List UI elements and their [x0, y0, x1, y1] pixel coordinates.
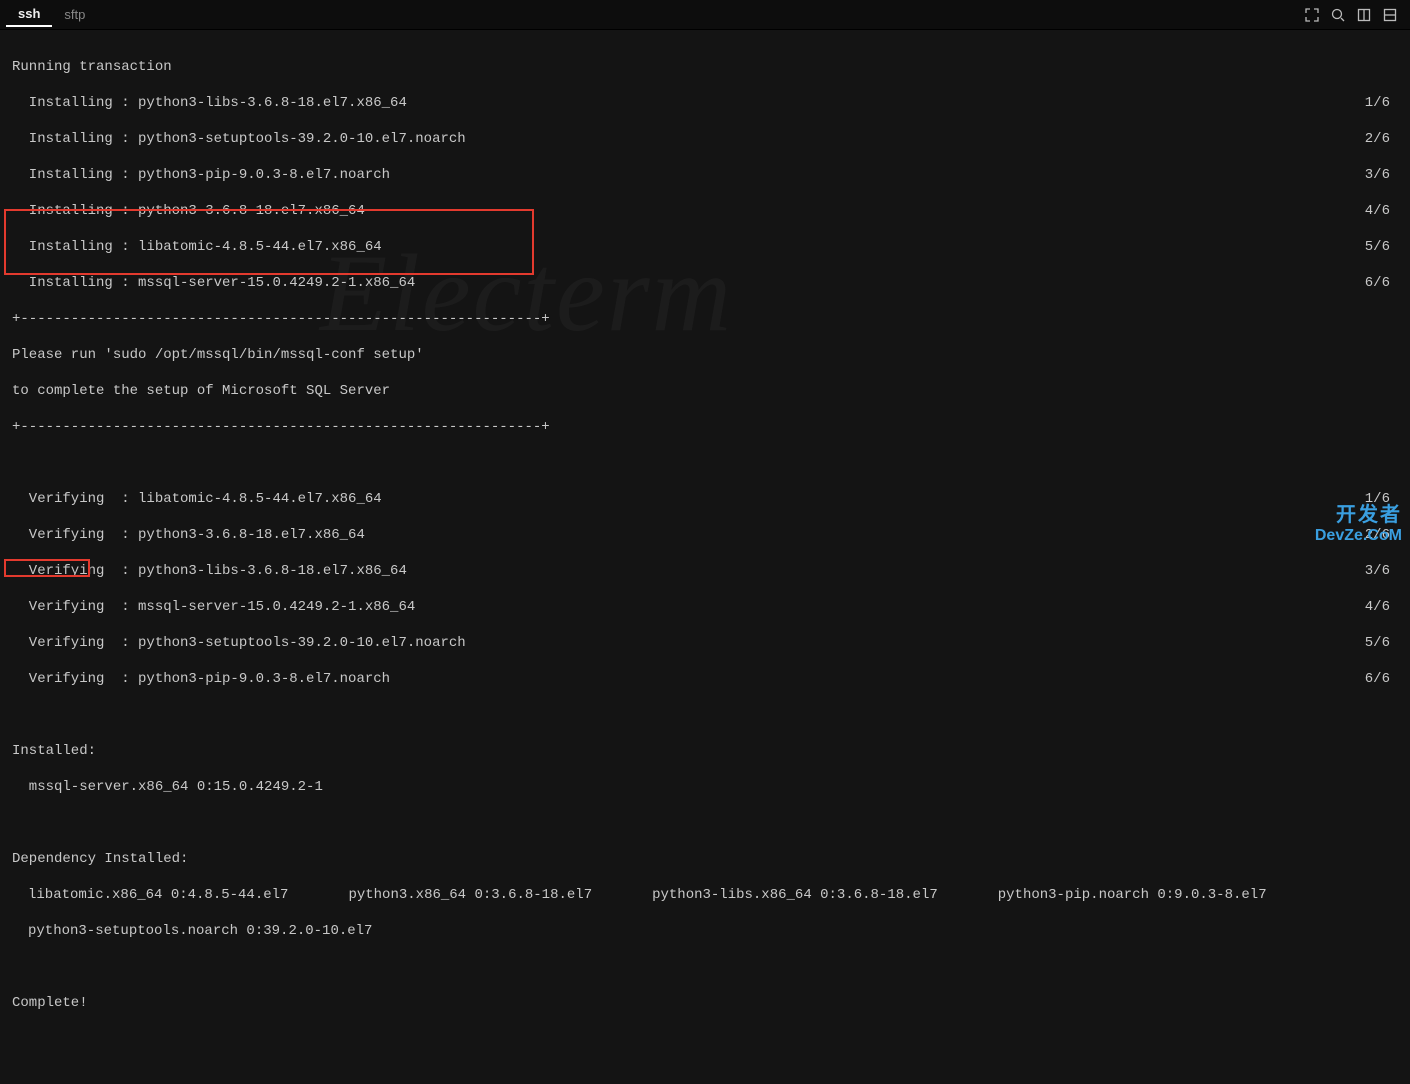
blank-line: [12, 814, 1398, 832]
install-line: Installing : python3-setuptools-39.2.0-1…: [12, 130, 1398, 148]
progress-count: 5/6: [1365, 238, 1398, 256]
verify-line: Verifying : python3-setuptools-39.2.0-10…: [12, 634, 1398, 652]
package-name: Verifying : mssql-server-15.0.4249.2-1.x…: [12, 598, 415, 616]
blank-line: [12, 958, 1398, 976]
dependency-package: python3.x86_64 0:3.6.8-18.el7: [348, 886, 592, 904]
package-name: Installing : python3-3.6.8-18.el7.x86_64: [12, 202, 365, 220]
tab-ssh[interactable]: ssh: [6, 2, 52, 27]
message-box-line: Please run 'sudo /opt/mssql/bin/mssql-co…: [12, 346, 1398, 364]
search-icon[interactable]: [1330, 7, 1346, 23]
progress-count: 1/6: [1365, 490, 1398, 508]
progress-count: 2/6: [1365, 526, 1398, 544]
progress-count: 6/6: [1365, 274, 1398, 292]
progress-count: 5/6: [1365, 634, 1398, 652]
package-name: Verifying : python3-3.6.8-18.el7.x86_64: [12, 526, 365, 544]
progress-count: 1/6: [1365, 94, 1398, 112]
package-name: Verifying : python3-libs-3.6.8-18.el7.x8…: [12, 562, 407, 580]
running-header: Running transaction: [12, 58, 1398, 76]
rows-icon[interactable]: [1382, 7, 1398, 23]
verify-line: Verifying : mssql-server-15.0.4249.2-1.x…: [12, 598, 1398, 616]
package-name: Installing : python3-libs-3.6.8-18.el7.x…: [12, 94, 407, 112]
complete-message: Complete!: [12, 994, 1398, 1012]
install-line: Installing : python3-libs-3.6.8-18.el7.x…: [12, 94, 1398, 112]
verify-line: Verifying : python3-pip-9.0.3-8.el7.noar…: [12, 670, 1398, 688]
progress-count: 3/6: [1365, 166, 1398, 184]
message-box-border: +---------------------------------------…: [12, 310, 1398, 328]
progress-count: 4/6: [1365, 202, 1398, 220]
dependency-row: python3-setuptools.noarch 0:39.2.0-10.el…: [12, 922, 1398, 940]
progress-count: 2/6: [1365, 130, 1398, 148]
tab-bar: ssh sftp: [0, 0, 1410, 30]
dependency-package: python3-libs.x86_64 0:3.6.8-18.el7: [652, 886, 938, 904]
dependency-package: python3-setuptools.noarch 0:39.2.0-10.el…: [28, 922, 372, 940]
progress-count: 4/6: [1365, 598, 1398, 616]
package-name: Verifying : python3-setuptools-39.2.0-10…: [12, 634, 466, 652]
package-name: Installing : mssql-server-15.0.4249.2-1.…: [12, 274, 415, 292]
install-line: Installing : mssql-server-15.0.4249.2-1.…: [12, 274, 1398, 292]
blank-line: [12, 454, 1398, 472]
install-line: Installing : python3-3.6.8-18.el7.x86_64…: [12, 202, 1398, 220]
installed-package: mssql-server.x86_64 0:15.0.4249.2-1: [12, 778, 1398, 796]
terminal-output[interactable]: Running transaction Installing : python3…: [0, 30, 1410, 1084]
package-name: Installing : python3-pip-9.0.3-8.el7.noa…: [12, 166, 390, 184]
toolbar-right: [1304, 7, 1404, 23]
package-name: Verifying : python3-pip-9.0.3-8.el7.noar…: [12, 670, 390, 688]
message-box-border: +---------------------------------------…: [12, 418, 1398, 436]
progress-count: 6/6: [1365, 670, 1398, 688]
dependency-package: python3-pip.noarch 0:9.0.3-8.el7: [998, 886, 1267, 904]
message-box-line: to complete the setup of Microsoft SQL S…: [12, 382, 1398, 400]
package-name: Verifying : libatomic-4.8.5-44.el7.x86_6…: [12, 490, 382, 508]
install-line: Installing : libatomic-4.8.5-44.el7.x86_…: [12, 238, 1398, 256]
verify-line: Verifying : libatomic-4.8.5-44.el7.x86_6…: [12, 490, 1398, 508]
install-line: Installing : python3-pip-9.0.3-8.el7.noa…: [12, 166, 1398, 184]
dependency-package: libatomic.x86_64 0:4.8.5-44.el7: [28, 886, 288, 904]
package-name: Installing : python3-setuptools-39.2.0-1…: [12, 130, 466, 148]
package-name: Installing : libatomic-4.8.5-44.el7.x86_…: [12, 238, 382, 256]
dependency-row: libatomic.x86_64 0:4.8.5-44.el7 python3.…: [12, 886, 1398, 904]
dependency-header: Dependency Installed:: [12, 850, 1398, 868]
blank-line: [12, 706, 1398, 724]
tab-sftp[interactable]: sftp: [52, 3, 97, 26]
verify-line: Verifying : python3-libs-3.6.8-18.el7.x8…: [12, 562, 1398, 580]
columns-icon[interactable]: [1356, 7, 1372, 23]
installed-header: Installed:: [12, 742, 1398, 760]
verify-line: Verifying : python3-3.6.8-18.el7.x86_64 2…: [12, 526, 1398, 544]
progress-count: 3/6: [1365, 562, 1398, 580]
fullscreen-icon[interactable]: [1304, 7, 1320, 23]
